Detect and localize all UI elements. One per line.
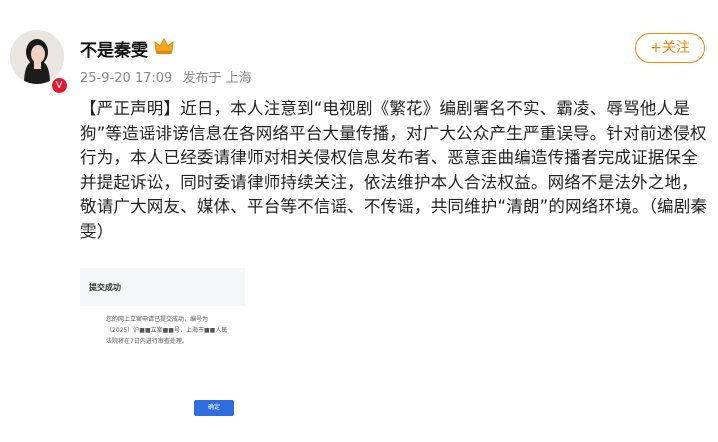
post-meta: 25-9-20 17:09 发布于 上海 xyxy=(80,67,252,86)
post-time: 25-9-20 17:09 xyxy=(80,71,173,86)
screenshot-title: 提交成功 xyxy=(89,283,121,292)
follow-button[interactable]: +关注 xyxy=(635,33,705,63)
verified-badge: V xyxy=(50,76,68,94)
post-source: 发布于 上海 xyxy=(182,71,252,86)
verified-v-icon: V xyxy=(51,77,67,93)
attached-screenshot[interactable]: 提交成功 您的网上立案申请已提交成功，编号为（2025）沪■■立案■■号，上海市… xyxy=(80,268,245,433)
screenshot-message: 您的网上立案申请已提交成功，编号为（2025）沪■■立案■■号，上海市■■人民法… xyxy=(106,316,228,345)
username[interactable]: 不是秦雯 xyxy=(80,36,148,61)
post-body: 【严正声明】近日，本人注意到“电视剧《繁花》编剧署名不实、霸凌、辱骂他人是狗”等… xyxy=(80,97,708,244)
crown-badge-icon xyxy=(154,37,174,54)
post-text: 【严正声明】近日，本人注意到“电视剧《繁花》编剧署名不实、霸凌、辱骂他人是狗”等… xyxy=(80,99,708,241)
screenshot-confirm-button: 确定 xyxy=(194,400,234,416)
